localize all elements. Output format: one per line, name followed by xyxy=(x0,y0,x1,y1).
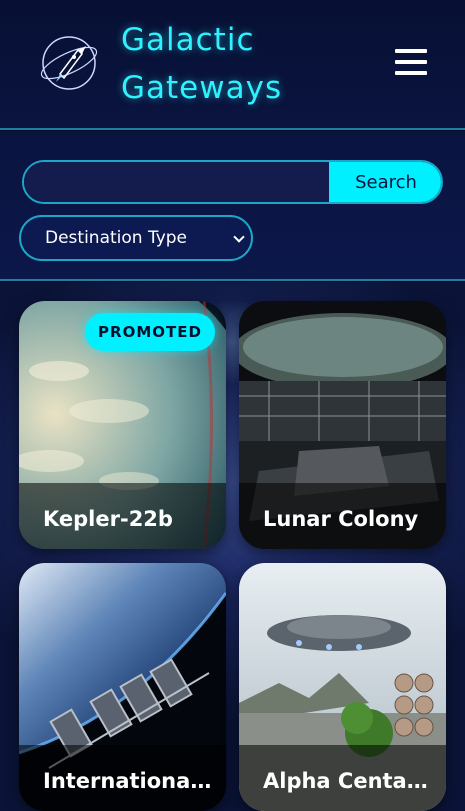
destinations-grid: Kepler-22b PROMOTED Lunar Colony Interna… xyxy=(0,282,465,811)
search-input[interactable] xyxy=(24,162,329,202)
site-title[interactable]: Galactic Gateways xyxy=(121,16,341,112)
chevron-down-icon xyxy=(233,231,245,243)
search-button[interactable]: Search xyxy=(329,162,441,202)
search-form: Search xyxy=(22,160,443,204)
site-header: Galactic Gateways xyxy=(0,0,465,130)
destination-name: International Space Station xyxy=(43,769,213,793)
destination-card-international-space-station[interactable]: International Space Station xyxy=(19,563,226,811)
destination-name: Lunar Colony xyxy=(263,507,419,531)
destination-type-select[interactable]: Destination Type xyxy=(19,215,253,261)
search-section: Search Destination Type xyxy=(0,131,465,281)
rocket-planet-icon[interactable] xyxy=(38,32,100,94)
destination-type-value: Destination Type xyxy=(45,228,188,248)
promoted-badge: PROMOTED xyxy=(85,313,215,351)
hamburger-menu-icon[interactable] xyxy=(393,46,429,78)
destination-card-lunar-colony[interactable]: Lunar Colony xyxy=(239,301,446,549)
site-title-line-1: Galactic xyxy=(121,22,255,58)
destination-card-alpha-centauri[interactable]: Alpha Centauri xyxy=(239,563,446,811)
site-title-line-2: Gateways xyxy=(121,70,283,106)
destination-name: Kepler-22b xyxy=(43,507,173,531)
destination-name: Alpha Centauri xyxy=(263,769,433,793)
